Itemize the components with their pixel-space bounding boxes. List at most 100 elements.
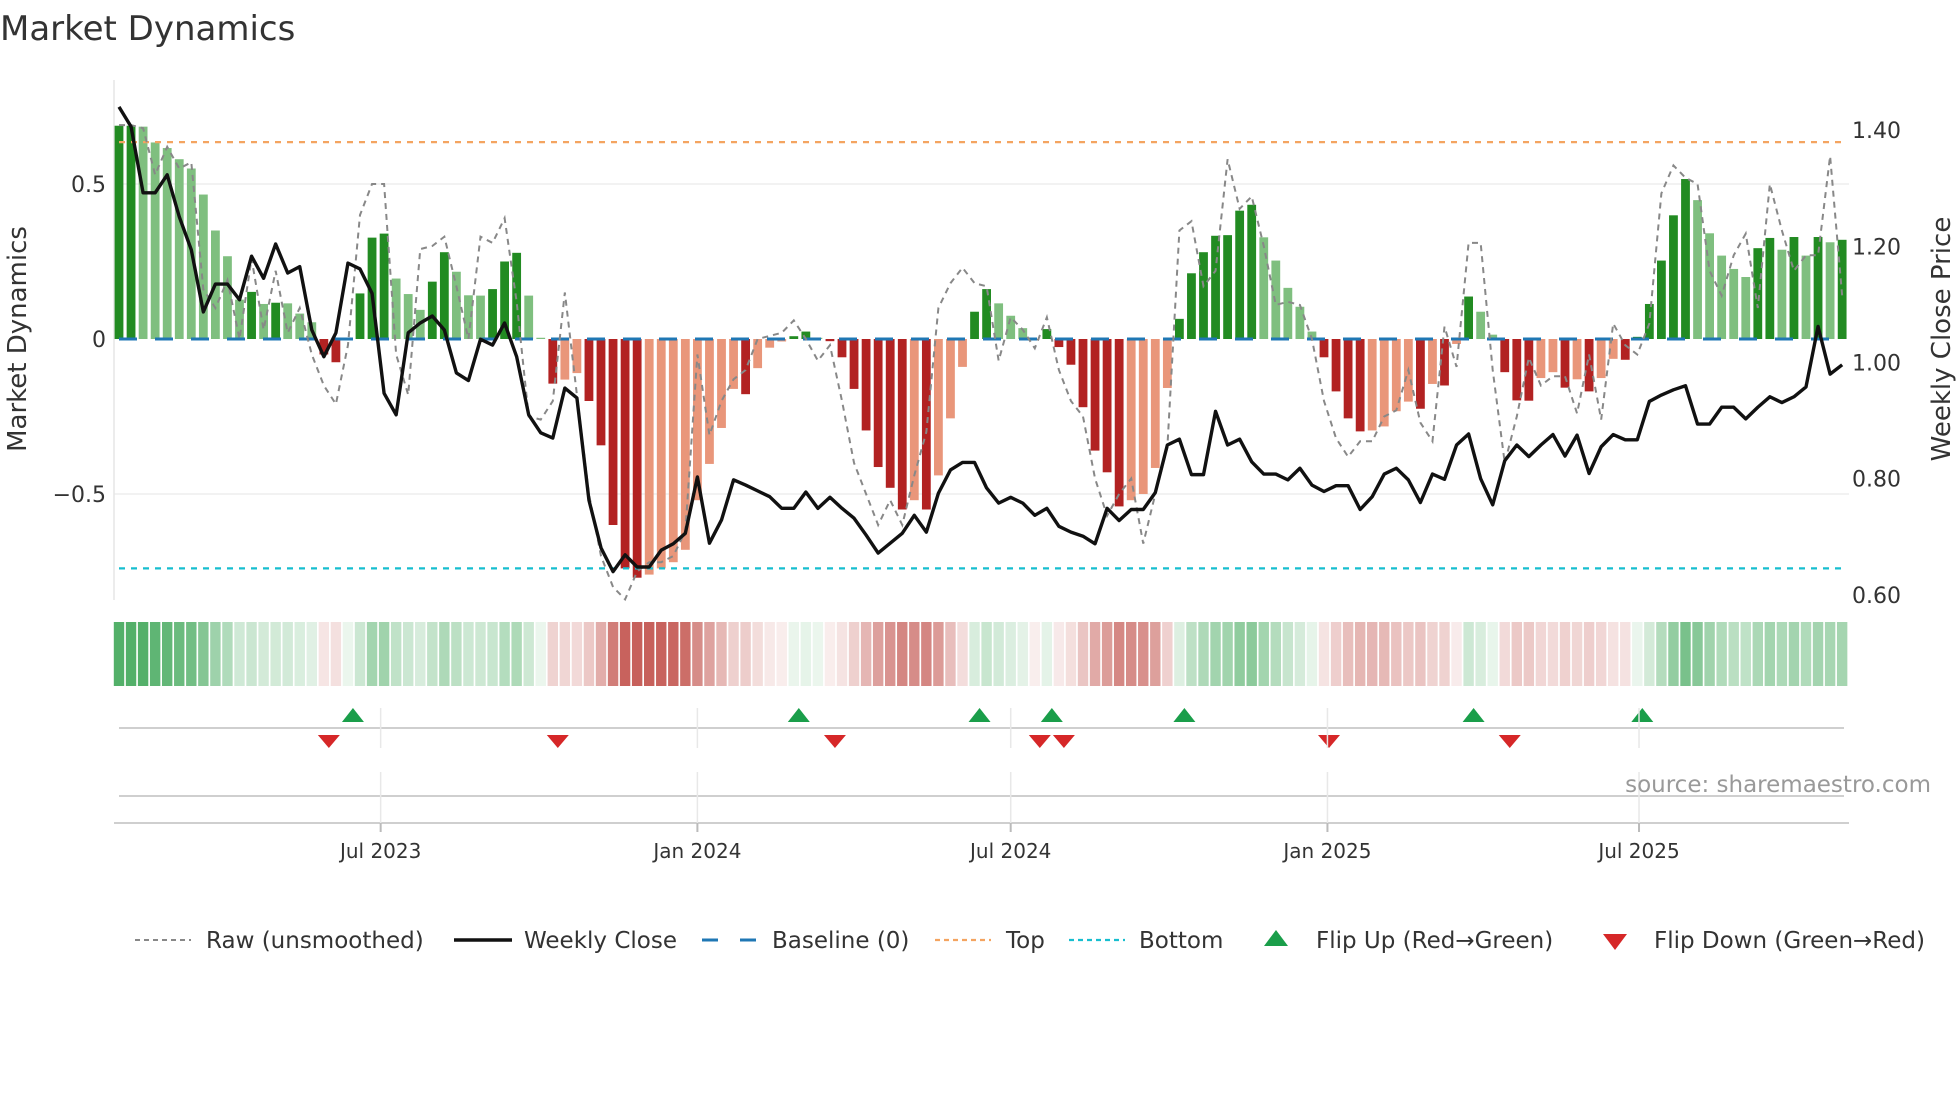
heatmap-cell	[1270, 622, 1281, 686]
heatmap-cell	[1174, 622, 1185, 686]
bar-positive	[464, 295, 473, 339]
heatmap-cell	[1041, 622, 1053, 686]
bar-negative	[1355, 339, 1365, 432]
heatmap-cell	[1463, 622, 1474, 686]
bar-positive	[247, 291, 256, 339]
x-tick-label: Jan 2025	[1281, 839, 1371, 863]
heatmap-cell	[125, 622, 137, 686]
heatmap-cell	[1029, 622, 1040, 686]
heatmap-cell	[860, 622, 872, 686]
heatmap-cell	[1644, 622, 1655, 686]
heatmap-cell	[1138, 622, 1149, 686]
heatmap-cell	[198, 622, 209, 686]
heatmap-cell	[1836, 622, 1848, 686]
heatmap-cell	[282, 622, 293, 686]
heatmap-cell	[571, 622, 583, 686]
bar-positive	[355, 293, 365, 339]
heatmap-cell	[1354, 622, 1366, 686]
bar-positive	[1825, 242, 1835, 339]
heatmap-cell	[993, 622, 1004, 686]
bar-positive	[1464, 296, 1473, 339]
bar-negative	[717, 339, 726, 428]
heatmap-cell	[1656, 622, 1667, 686]
heatmap-cell	[1318, 622, 1330, 686]
bar-negative	[753, 339, 763, 369]
heatmap-cell	[499, 622, 510, 686]
heatmap-cell	[1728, 622, 1739, 686]
heatmap-cell	[1620, 622, 1631, 686]
weekly-close-line	[117, 105, 1844, 574]
heatmap-cell	[318, 622, 330, 686]
heatmap-cell	[487, 622, 498, 686]
heatmap-cell	[113, 622, 125, 686]
bar-negative	[873, 339, 883, 468]
heatmap-cell	[1222, 622, 1233, 686]
heatmap-cell	[1547, 622, 1559, 686]
bar-negative	[1102, 339, 1112, 473]
right-axis: 1.40 1.20 1.00 0.80 0.60	[1852, 119, 1901, 609]
heatmap-cell	[535, 622, 546, 686]
bar-positive	[1199, 252, 1208, 339]
heatmap-cell	[1415, 622, 1426, 686]
heatmap-cell	[812, 622, 824, 686]
bar-negative	[921, 339, 931, 510]
flip-down-marker	[1052, 735, 1075, 748]
bar-positive	[271, 302, 281, 339]
heatmap-cell	[885, 622, 896, 686]
heatmap-cell	[1198, 622, 1209, 686]
bar-negative	[1319, 339, 1329, 358]
x-tick-label: Jul 2023	[338, 839, 421, 863]
heatmap-cell	[752, 622, 763, 686]
heatmap-cell	[1499, 622, 1510, 686]
heatmap-cell	[969, 622, 980, 686]
right-tick-label: 1.00	[1852, 352, 1901, 377]
heatmap-cell	[306, 622, 317, 686]
heatmap-cell	[270, 622, 281, 686]
bar-positive	[114, 125, 124, 339]
x-tick-label: Jul 2024	[968, 839, 1051, 863]
bar-negative	[885, 339, 895, 488]
heatmap-cell	[595, 622, 607, 686]
bar-positive	[1801, 255, 1811, 339]
bar-negative	[1150, 339, 1160, 468]
heatmap-cell	[1776, 622, 1788, 686]
heatmap-cell	[1077, 622, 1089, 686]
legend-baseline-label: Baseline (0)	[772, 928, 909, 954]
bar-positive	[1259, 237, 1269, 339]
heatmap-cell	[210, 622, 221, 686]
bar-negative	[632, 339, 642, 578]
bar-negative	[705, 339, 714, 464]
heatmap-cell	[1427, 622, 1438, 686]
bar-negative	[1572, 339, 1582, 380]
heatmap-cell	[1632, 622, 1643, 686]
heatmap-cell	[427, 622, 438, 686]
flip-up-marker	[1631, 708, 1654, 722]
bar-negative	[1379, 339, 1389, 427]
heatmap-cell	[1282, 622, 1294, 686]
heatmap-cell	[1595, 622, 1607, 686]
heatmap-cell	[631, 622, 643, 686]
bar-negative	[1500, 339, 1510, 373]
heatmap-cell	[1306, 622, 1318, 686]
heatmap-cell	[511, 622, 522, 686]
bar-negative	[1536, 339, 1546, 379]
flip-down-marker	[823, 735, 846, 748]
heatmap-cell	[728, 622, 739, 686]
heatmap-cell	[1716, 622, 1727, 686]
bar-positive	[488, 289, 497, 339]
heatmap-cell	[656, 622, 667, 686]
chart-title: Market Dynamics	[0, 9, 295, 49]
heatmap-cell	[680, 622, 691, 686]
x-tick-label: Jan 2024	[651, 839, 741, 863]
heatmap-cell	[294, 622, 305, 686]
legend-close-label: Weekly Close	[524, 928, 677, 954]
heatmap-cell	[1788, 622, 1800, 686]
heatmap-cell	[1330, 622, 1342, 686]
heatmap-cell	[1053, 622, 1065, 686]
bar-negative	[1331, 339, 1341, 392]
bar-negative	[656, 339, 666, 569]
heatmap-cell	[1065, 622, 1077, 686]
flip-up-marker	[787, 708, 810, 722]
bar-negative	[1066, 339, 1076, 365]
bar-positive	[1247, 204, 1257, 339]
